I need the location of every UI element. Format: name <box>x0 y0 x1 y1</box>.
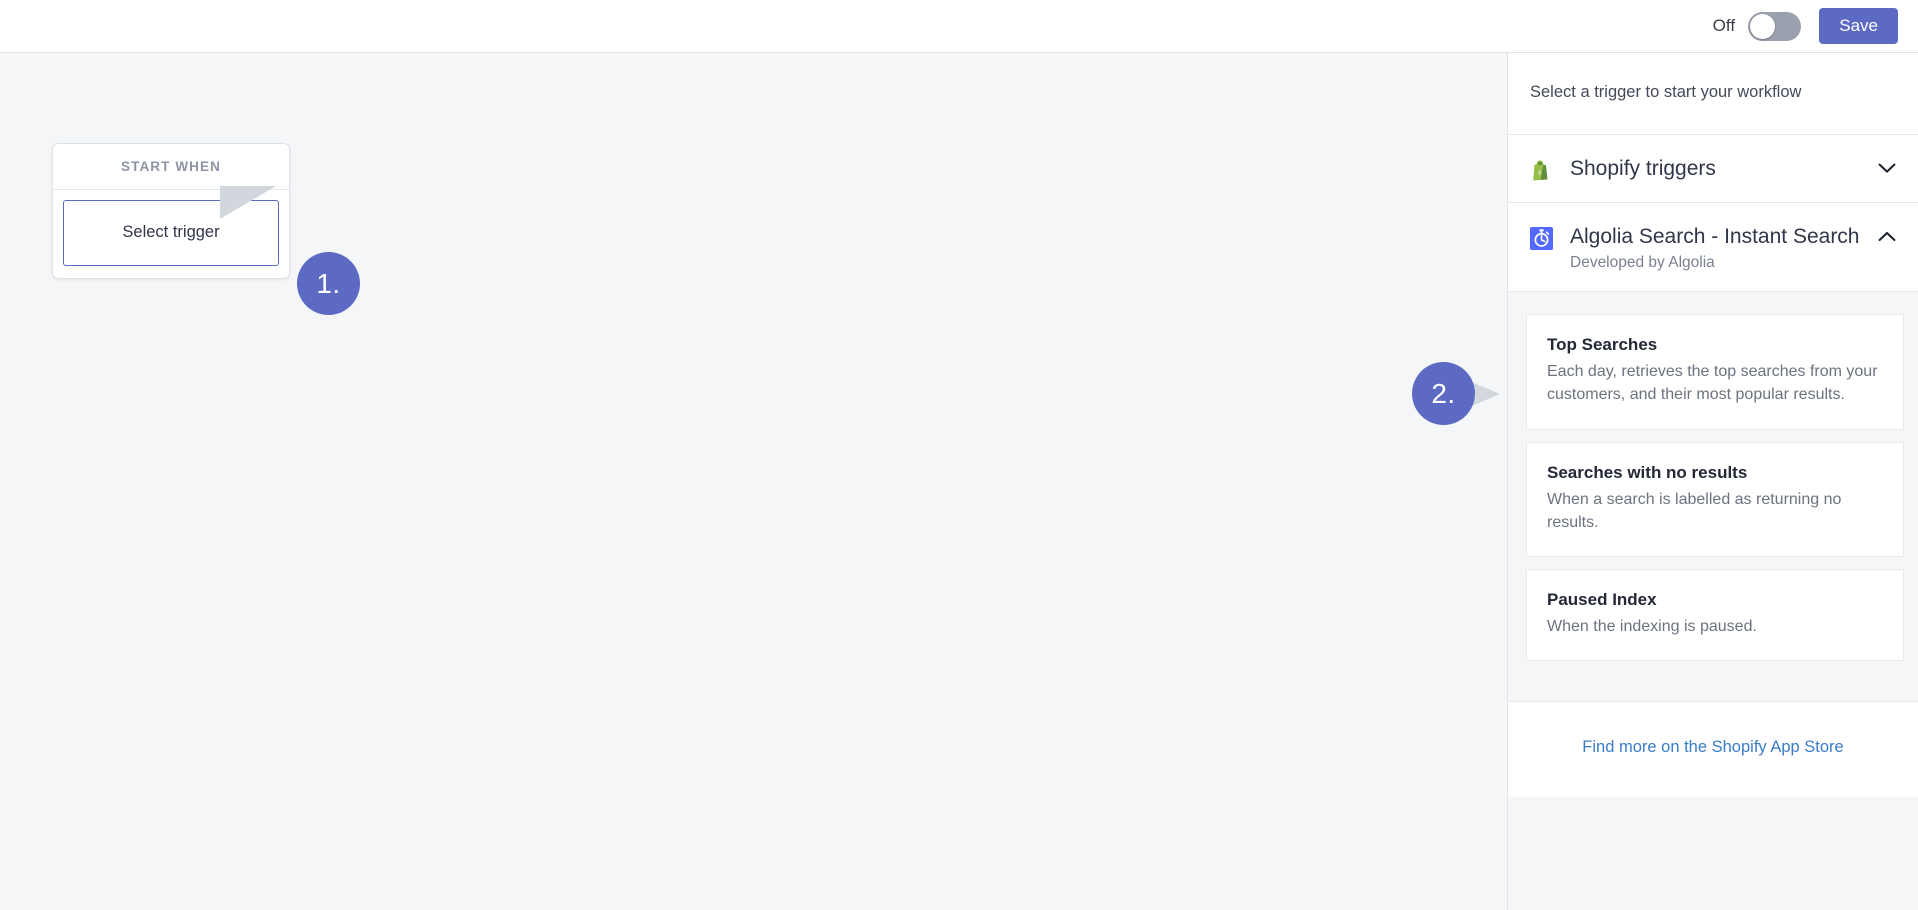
trigger-card-description: Each day, retrieves the top searches fro… <box>1547 363 1878 404</box>
sidebar-group-algolia-subtitle: Developed by Algolia <box>1570 254 1715 272</box>
chevron-up-icon[interactable] <box>1878 229 1896 241</box>
sidebar-group-shopify-triggers[interactable]: s Shopify triggers <box>1508 135 1918 203</box>
sidebar-group-algolia-title: Algolia Search - Instant Search <box>1570 224 1860 248</box>
workflow-enable-toggle-group: Off <box>1712 11 1802 41</box>
trigger-card-title: Top Searches <box>1547 335 1658 355</box>
algolia-stopwatch-icon <box>1530 226 1553 250</box>
top-bar: Off Save <box>0 0 1918 53</box>
sidebar-intro-text: Select a trigger to start your workflow <box>1530 83 1802 101</box>
sidebar-footer: Find more on the Shopify App Store <box>1508 700 1918 797</box>
workflow-enable-toggle[interactable] <box>1748 11 1802 41</box>
annotation-badge-2: 2. <box>1412 362 1475 425</box>
trigger-card[interactable]: Top Searches Each day, retrieves the top… <box>1526 314 1904 430</box>
top-bar-actions: Off Save <box>1713 8 1898 44</box>
save-button[interactable]: Save <box>1819 8 1898 44</box>
shopify-bag-icon: s <box>1530 159 1553 182</box>
start-when-label: START WHEN <box>121 159 221 174</box>
trigger-card-description: When a search is labelled as returning n… <box>1547 490 1842 531</box>
sidebar-group-algolia-search[interactable]: Algolia Search - Instant Search Develope… <box>1508 202 1918 293</box>
trigger-card-title: Searches with no results <box>1547 462 1748 482</box>
sidebar-group-shopify-main: Shopify triggers <box>1570 155 1896 183</box>
trigger-picker-sidebar: Select a trigger to start your workflow … <box>1507 53 1918 910</box>
find-more-app-store-link[interactable]: Find more on the Shopify App Store <box>1582 738 1843 756</box>
trigger-card-list: Top Searches Each day, retrieves the top… <box>1508 292 1918 683</box>
toggle-state-label: Off <box>1712 16 1736 35</box>
chevron-down-icon[interactable] <box>1878 161 1896 173</box>
workflow-editor: Off Save START WHEN Select trigger 1. 2.… <box>0 0 1918 910</box>
start-when-node-header: START WHEN <box>53 144 289 190</box>
trigger-card-description: When the indexing is paused. <box>1547 617 1757 635</box>
annotation-badge-1: 1. <box>297 252 360 315</box>
trigger-card[interactable]: Searches with no results When a search i… <box>1526 441 1904 557</box>
annotation-1-pointer <box>220 186 276 219</box>
sidebar-group-algolia-main: Algolia Search - Instant Search Develope… <box>1570 223 1896 273</box>
workflow-canvas[interactable]: START WHEN Select trigger <box>0 53 1507 910</box>
trigger-card[interactable]: Paused Index When the indexing is paused… <box>1526 568 1904 661</box>
sidebar-group-shopify-title: Shopify triggers <box>1570 157 1716 180</box>
sidebar-intro: Select a trigger to start your workflow <box>1508 53 1918 135</box>
toggle-knob <box>1750 13 1776 39</box>
trigger-card-title: Paused Index <box>1547 589 1657 609</box>
